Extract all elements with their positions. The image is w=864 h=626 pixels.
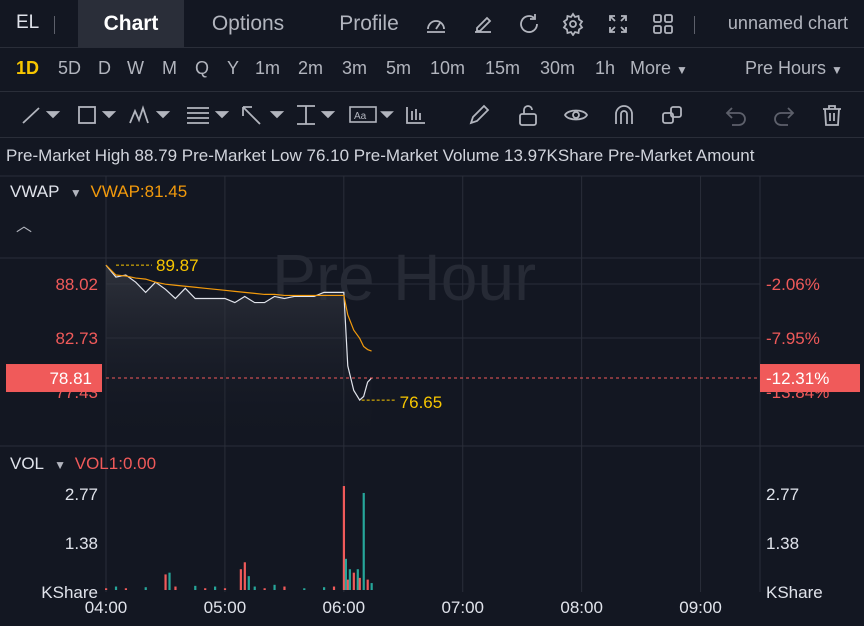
volume-bar <box>253 586 256 590</box>
price-tick-right: -7.95% <box>766 329 820 348</box>
volume-bar <box>247 576 250 590</box>
volume-bar <box>342 486 346 590</box>
volume-bar <box>352 572 355 590</box>
volume-bar <box>303 588 306 590</box>
price-chart[interactable]: Pre Hour89.8776.6588.02 -2.06%82.73 -7.95%… <box>0 0 864 626</box>
volume-bar <box>332 586 336 590</box>
volume-bar <box>243 562 246 590</box>
volume-bar <box>344 558 347 590</box>
high-marker-label: 89.87 <box>156 256 199 275</box>
vol-name: VOL <box>10 454 44 473</box>
volume-bar <box>323 587 326 590</box>
time-tick: 08:00 <box>560 598 603 617</box>
caret-down-icon[interactable]: ▼ <box>54 458 66 472</box>
price-tick-left: 82.73 <box>55 329 98 348</box>
price-tick-left: 88.02 <box>55 275 98 294</box>
price-tick-right: -2.06% <box>766 275 820 294</box>
volume-unit-right: KShare <box>766 583 823 602</box>
volume-bar <box>194 585 197 590</box>
volume-bar <box>263 588 266 590</box>
volume-bar <box>144 587 147 590</box>
time-tick: 07:00 <box>441 598 484 617</box>
volume-bar <box>124 588 128 590</box>
volume-bar <box>114 586 118 590</box>
time-tick: 09:00 <box>679 598 722 617</box>
volume-bar <box>348 569 351 590</box>
caret-down-icon[interactable]: ▼ <box>70 186 82 200</box>
volume-tick-left: 1.38 <box>65 534 98 553</box>
volume-bar <box>346 579 349 590</box>
time-tick: 06:00 <box>323 598 366 617</box>
volume-bar <box>214 586 217 590</box>
current-price-label: 78.81 <box>49 369 92 388</box>
time-tick: 04:00 <box>85 598 128 617</box>
volume-tick-right: 1.38 <box>766 534 799 553</box>
volume-bar <box>362 492 365 590</box>
volume-bar <box>273 584 276 590</box>
vol-value: VOL1:0.00 <box>74 454 157 473</box>
volume-bar <box>358 577 361 590</box>
volume-bar <box>356 569 359 590</box>
time-tick: 05:00 <box>204 598 247 617</box>
vwap-value: VWAP:81.45 <box>90 182 188 201</box>
volume-bar <box>283 586 286 590</box>
volume-tick-left: 2.77 <box>65 485 98 504</box>
low-marker-label: 76.65 <box>400 393 443 412</box>
volume-tick-right: 2.77 <box>766 485 799 504</box>
vwap-legend[interactable]: VWAP ▼ VWAP:81.45 <box>10 182 187 202</box>
collapse-icon[interactable]: ︿ <box>16 212 32 236</box>
volume-bar <box>164 574 167 590</box>
volume-bar <box>223 588 227 590</box>
volume-bar <box>370 583 373 590</box>
vol-legend[interactable]: VOL ▼ VOL1:0.00 <box>10 454 156 474</box>
volume-bar <box>239 569 242 590</box>
vwap-name: VWAP <box>10 182 60 201</box>
volume-bar <box>168 572 171 590</box>
current-pct-label: -12.31% <box>766 369 829 388</box>
volume-bar <box>105 588 108 590</box>
volume-bar <box>204 588 207 590</box>
volume-bar <box>366 579 369 590</box>
volume-bar <box>174 586 177 590</box>
